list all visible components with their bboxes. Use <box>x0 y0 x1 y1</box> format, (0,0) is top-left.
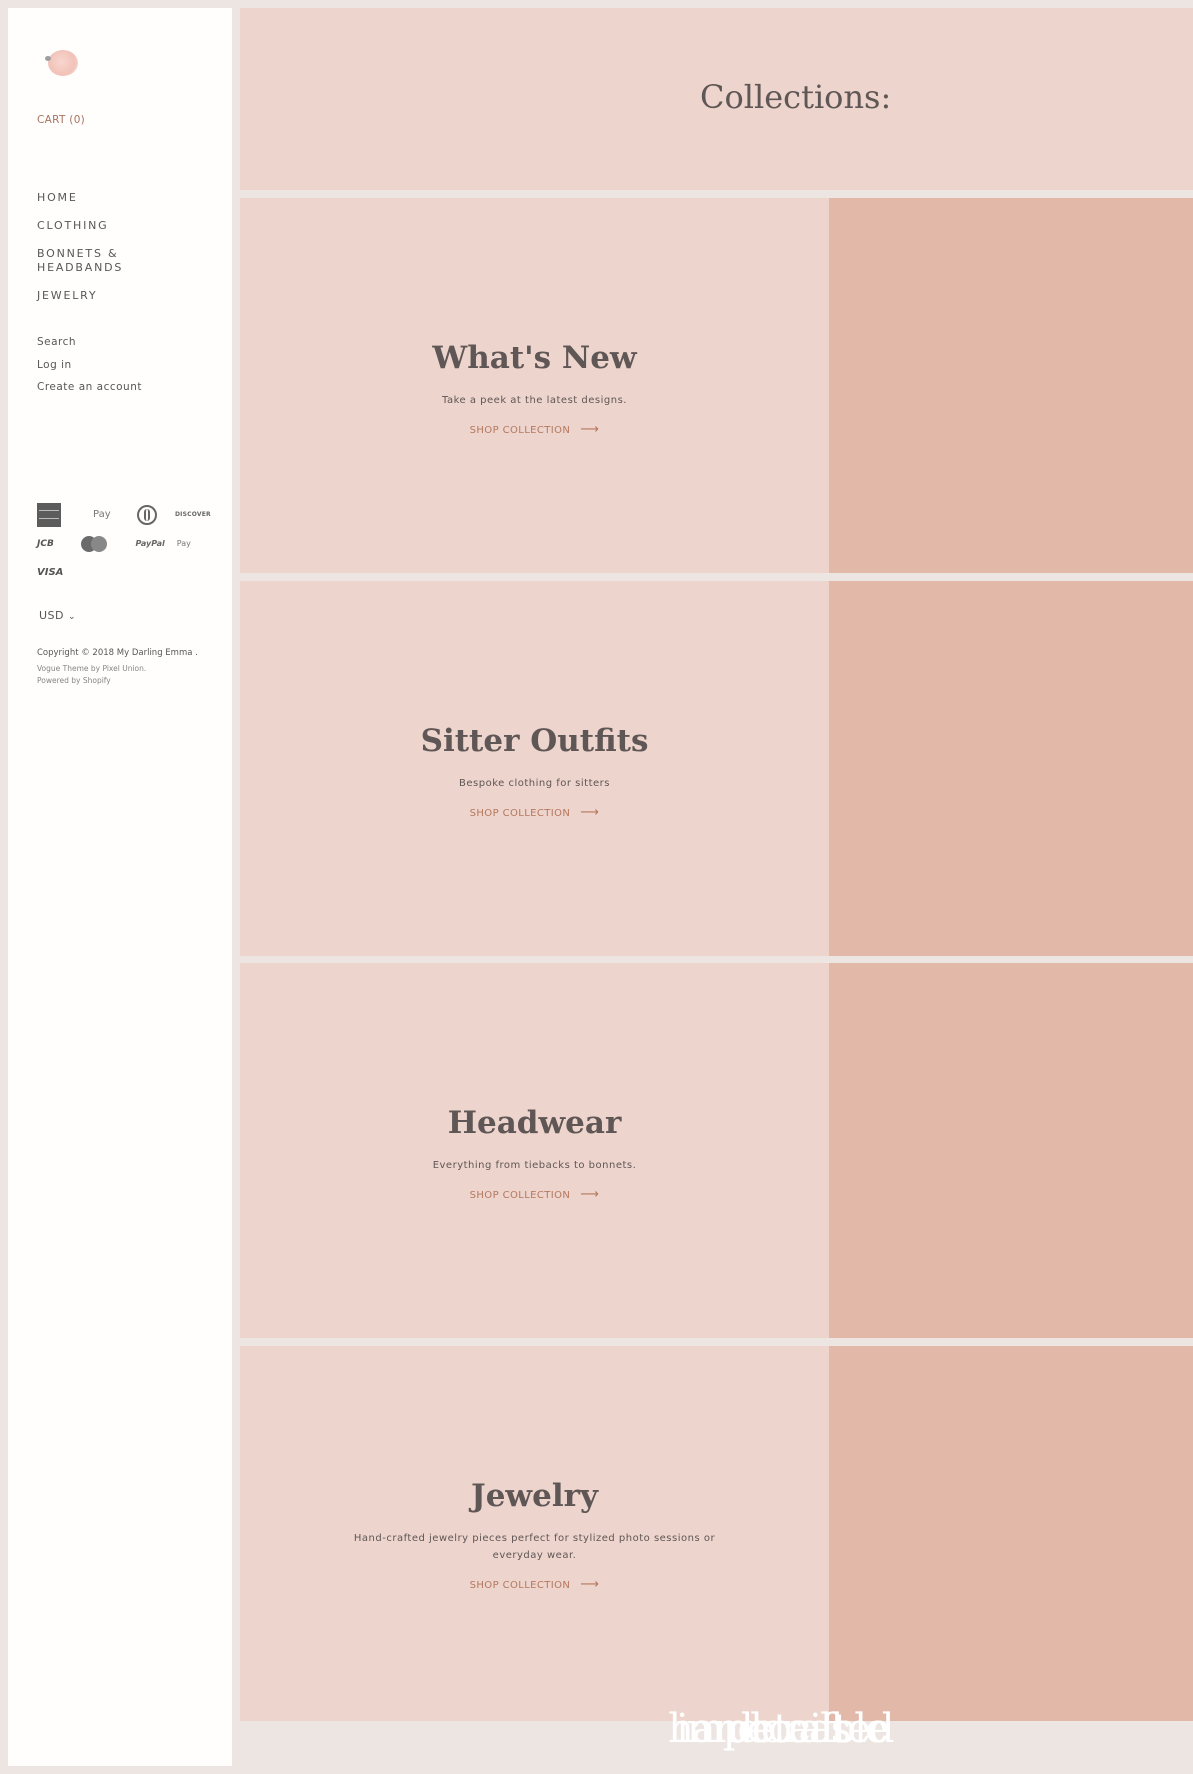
tagline-word: details <box>728 1706 851 1752</box>
nav-item-clothing[interactable]: CLOTHING <box>37 219 127 233</box>
payment-icons: Pay DISCOVER JCB PayPal Pay VISA <box>37 500 211 587</box>
collection-title[interactable]: Headwear <box>240 1103 829 1143</box>
arrow-right-icon: ⟶ <box>580 1187 600 1202</box>
currency-value: USD <box>39 609 65 622</box>
account-links: Search Log in Create an account <box>37 335 142 403</box>
collection-image[interactable] <box>829 198 1193 573</box>
create-account-link[interactable]: Create an account <box>37 380 142 394</box>
arrow-right-icon: ⟶ <box>580 422 600 437</box>
theme-credit-link[interactable]: Vogue Theme by Pixel Union. <box>37 663 198 675</box>
collection-description: Hand-crafted jewelry pieces perfect for … <box>353 1533 716 1561</box>
page-title: Collections: <box>700 78 892 116</box>
chevron-down-icon: ⌄ <box>68 612 77 622</box>
visa-icon: VISA <box>37 567 64 578</box>
collection-description: Bespoke clothing for sitters <box>459 778 610 789</box>
collection-row: Headwear Everything from tiebacks to bon… <box>240 963 1193 1338</box>
apple-pay-icon: Pay <box>93 509 111 520</box>
discover-icon: DISCOVER <box>175 511 211 518</box>
footer: Copyright © 2018 My Darling Emma . Vogue… <box>37 647 198 687</box>
collection-row: Sitter Outfits Bespoke clothing for sitt… <box>240 581 1193 956</box>
shop-collection-link[interactable]: SHOP COLLECTION ⟶ <box>470 1577 600 1592</box>
collection-description: Everything from tiebacks to bonnets. <box>432 1160 637 1171</box>
page-header: Collections: <box>240 8 1193 190</box>
nav-item-home[interactable]: HOME <box>37 191 127 205</box>
collection-row: Jewelry Hand-crafted jewelry pieces perf… <box>240 1346 1193 1721</box>
nav-item-jewelry[interactable]: JEWELRY <box>37 289 127 303</box>
collection-title[interactable]: What's New <box>240 338 829 378</box>
powered-by-link[interactable]: Powered by Shopify <box>37 675 198 687</box>
diners-club-icon <box>121 504 163 525</box>
main-nav: HOME CLOTHING BONNETS & HEADBANDS JEWELR… <box>37 191 127 317</box>
search-link[interactable]: Search <box>37 335 142 349</box>
paypal-icon: PayPal <box>135 539 165 548</box>
store-logo[interactable] <box>45 50 78 76</box>
collection-image[interactable] <box>829 581 1193 956</box>
sidebar: CART (0) HOME CLOTHING BONNETS & HEADBAN… <box>8 8 232 1766</box>
collection-title[interactable]: Sitter Outfits <box>240 721 829 761</box>
currency-selector[interactable]: USD ⌄ <box>39 609 76 622</box>
copyright-text: Copyright © 2018 My Darling Emma . <box>37 648 198 658</box>
collection-info: What's New Take a peek at the latest des… <box>240 198 829 573</box>
cart-link[interactable]: CART (0) <box>37 114 85 126</box>
collection-description: Take a peek at the latest designs. <box>442 395 627 406</box>
collection-info: Sitter Outfits Bespoke clothing for sitt… <box>240 581 829 956</box>
collection-row: What's New Take a peek at the latest des… <box>240 198 1193 573</box>
collection-info: Headwear Everything from tiebacks to bon… <box>240 963 829 1338</box>
login-link[interactable]: Log in <box>37 358 142 372</box>
shop-pay-icon: Pay <box>176 539 191 548</box>
collection-title[interactable]: Jewelry <box>240 1476 829 1516</box>
nav-item-bonnets-headbands[interactable]: BONNETS & HEADBANDS <box>37 247 127 275</box>
jcb-icon: JCB <box>37 538 54 549</box>
mastercard-icon <box>79 535 121 552</box>
arrow-right-icon: ⟶ <box>580 1577 600 1592</box>
amex-icon <box>37 502 79 527</box>
shop-collection-link[interactable]: SHOP COLLECTION ⟶ <box>470 422 600 437</box>
shop-collection-link[interactable]: SHOP COLLECTION ⟶ <box>470 805 600 820</box>
collection-image[interactable] <box>829 1346 1193 1721</box>
collection-image[interactable] <box>829 963 1193 1338</box>
shop-collection-link[interactable]: SHOP COLLECTION ⟶ <box>470 1187 600 1202</box>
collection-info: Jewelry Hand-crafted jewelry pieces perf… <box>240 1346 829 1721</box>
arrow-right-icon: ⟶ <box>580 805 600 820</box>
